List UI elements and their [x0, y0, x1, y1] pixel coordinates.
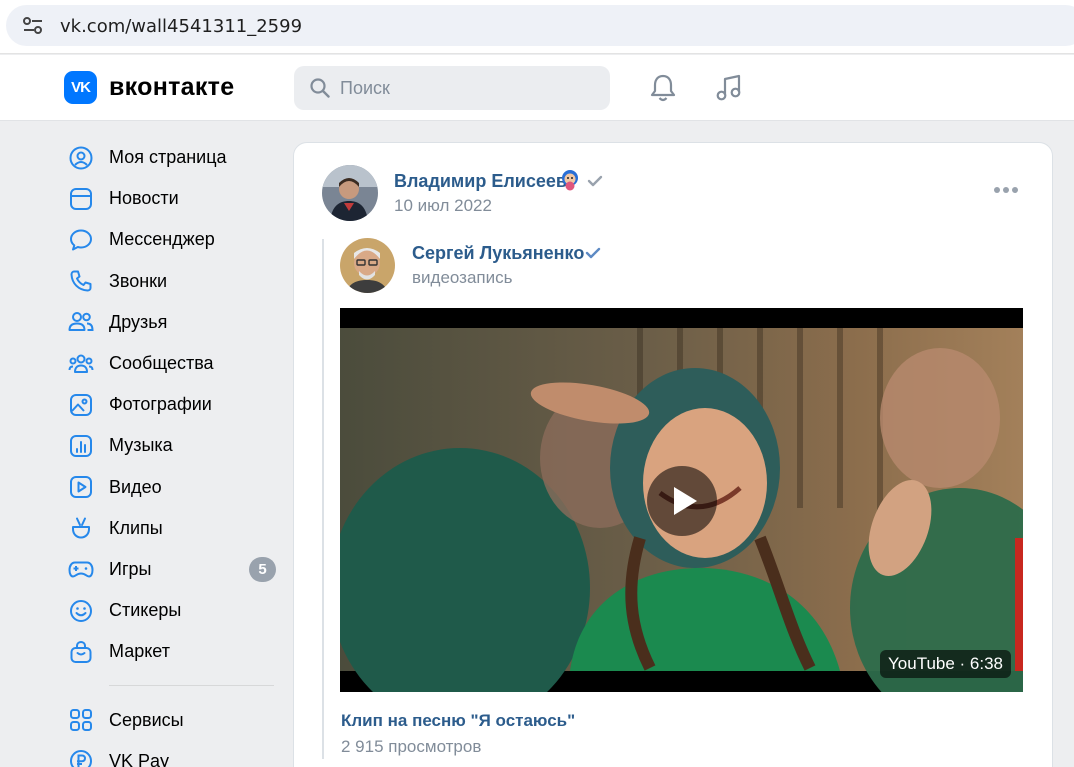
video-duration-badge: YouTube · 6:38: [880, 650, 1011, 678]
phone-icon: [68, 268, 94, 294]
sidebar-item-market[interactable]: Маркет: [60, 631, 280, 672]
sidebar-item-label: Мессенджер: [109, 229, 215, 250]
sidebar-item-clips[interactable]: Клипы: [60, 508, 280, 549]
play-button[interactable]: [647, 466, 717, 536]
sidebar-item-services[interactable]: Сервисы: [60, 699, 280, 740]
post-date[interactable]: 10 июл 2022: [394, 196, 492, 216]
sidebar-item-label: Музыка: [109, 435, 173, 456]
sidebar-item-label: Маркет: [109, 641, 170, 662]
sidebar-item-label: Сообщества: [109, 353, 214, 374]
post-card: Владимир Елисеев 10 июл 2022 Сергей Лукь…: [293, 142, 1053, 767]
repost-author-name[interactable]: Сергей Лукьяненко: [412, 243, 584, 264]
video-views-count: 2 915 просмотров: [341, 737, 482, 756]
sidebar-item-vk-pay[interactable]: VK Pay: [60, 741, 280, 767]
sidebar-item-label: VK Pay: [109, 750, 170, 767]
sidebar-item-label: Игры: [109, 558, 152, 579]
search-icon: [310, 78, 330, 98]
video-title-link[interactable]: Клип на песню "Я остаюсь": [341, 711, 575, 731]
photo-icon: [68, 392, 94, 418]
repost-author-avatar[interactable]: [340, 238, 395, 293]
chat-bubble-icon: [68, 227, 94, 253]
video-icon: [68, 474, 94, 500]
sidebar-item-friends[interactable]: Друзья: [60, 302, 280, 343]
sidebar-item-label: Фотографии: [109, 394, 212, 415]
games-count-badge: 5: [249, 556, 276, 582]
sidebar-item-video[interactable]: Видео: [60, 467, 280, 508]
browser-address-bar: vk.com/wall4541311_2599: [0, 0, 1074, 54]
communities-icon: [68, 351, 94, 377]
sidebar-item-games[interactable]: Игры 5: [60, 549, 280, 590]
bell-icon[interactable]: [648, 73, 678, 103]
vk-logo-icon: VK: [64, 71, 97, 104]
smile-icon: [68, 598, 94, 624]
verified-check-icon: [585, 247, 601, 259]
sidebar-item-label: Друзья: [109, 311, 168, 332]
url-text[interactable]: vk.com/wall4541311_2599: [60, 16, 302, 37]
sidebar-item-stickers[interactable]: Стикеры: [60, 590, 280, 631]
repost-indicator-line: [322, 239, 324, 759]
sidebar-item-news[interactable]: Новости: [60, 178, 280, 219]
ruble-icon: [68, 748, 94, 767]
emoji-status-icon: [562, 170, 578, 191]
gamepad-icon: [68, 556, 94, 582]
bag-icon: [68, 639, 94, 665]
sidebar-item-label: Сервисы: [109, 709, 184, 730]
sidebar-item-label: Новости: [109, 188, 179, 209]
sidebar-item-photos[interactable]: Фотографии: [60, 384, 280, 425]
sidebar-item-label: Моя страница: [109, 147, 227, 168]
more-options-icon[interactable]: [994, 187, 1018, 193]
music-icon: [68, 433, 94, 459]
url-field[interactable]: vk.com/wall4541311_2599: [6, 5, 1074, 46]
verified-check-icon: [587, 175, 603, 187]
search-box[interactable]: [294, 66, 610, 110]
site-settings-icon[interactable]: [22, 16, 44, 36]
sidebar-divider: [109, 685, 274, 687]
services-icon: [68, 707, 94, 733]
left-sidebar: Моя страница Новости Мессенджер Звонки Д…: [60, 137, 280, 767]
news-icon: [68, 186, 94, 212]
site-header: VK вконтакте: [0, 55, 1074, 121]
sidebar-item-communities[interactable]: Сообщества: [60, 343, 280, 384]
sidebar-item-calls[interactable]: Звонки: [60, 261, 280, 302]
user-circle-icon: [68, 145, 94, 171]
logo-text: вконтакте: [109, 73, 235, 101]
sidebar-item-label: Видео: [109, 476, 162, 497]
post-author-name[interactable]: Владимир Елисеев: [394, 171, 567, 192]
search-input[interactable]: [340, 77, 580, 99]
author-avatar[interactable]: [322, 165, 378, 221]
sidebar-item-messenger[interactable]: Мессенджер: [60, 219, 280, 260]
vk-logo[interactable]: VK вконтакте: [64, 71, 234, 104]
repost-subtitle: видеозапись: [412, 268, 513, 287]
sidebar-item-music[interactable]: Музыка: [60, 425, 280, 466]
clips-icon: [68, 515, 94, 541]
video-player[interactable]: YouTube · 6:38: [340, 308, 1023, 692]
sidebar-item-my-page[interactable]: Моя страница: [60, 137, 280, 178]
music-note-icon[interactable]: [714, 73, 744, 103]
play-icon: [674, 487, 697, 515]
sidebar-item-label: Клипы: [109, 517, 163, 538]
sidebar-item-label: Звонки: [109, 270, 168, 291]
sidebar-item-label: Стикеры: [109, 600, 182, 621]
friends-icon: [68, 309, 94, 335]
